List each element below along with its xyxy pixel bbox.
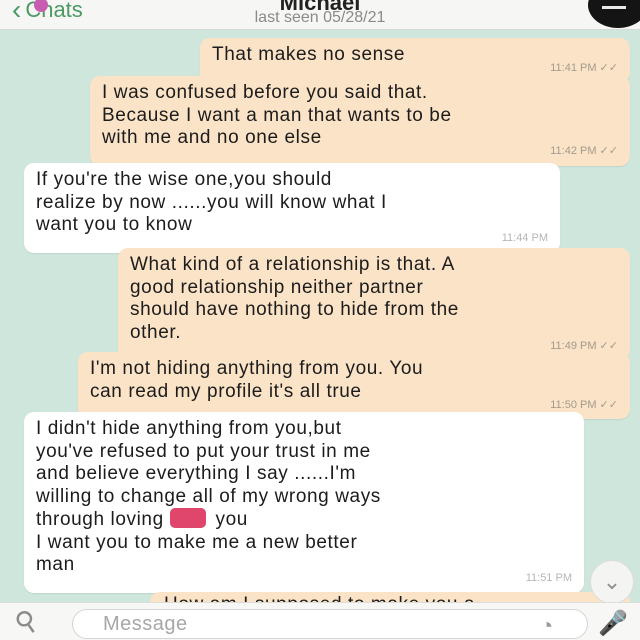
- message-text: If you're the wise one,you should realiz…: [36, 169, 387, 235]
- last-seen-status: last seen 05/28/21: [254, 9, 386, 26]
- paperclip-icon[interactable]: ⚲: [8, 602, 44, 640]
- message-text: I'm not hiding anything from you. You ca…: [90, 358, 424, 402]
- scroll-down-button[interactable]: ⌄: [590, 560, 634, 604]
- message-text: What kind of a relationship is that. A g…: [130, 254, 459, 343]
- heart-emoji: [169, 508, 206, 528]
- message-text-part: I didn't hide anything from you,but you'…: [36, 418, 381, 530]
- message-list: That makes no sense 11:41 PM ✓✓ I was co…: [0, 30, 640, 602]
- message-bubble[interactable]: If you're the wise one,you should realiz…: [24, 163, 560, 253]
- microphone-icon[interactable]: 🎤: [598, 609, 628, 638]
- message-text: I was confused before you said that. Bec…: [102, 82, 452, 148]
- message-bubble[interactable]: I didn't hide anything from you,but you'…: [24, 412, 584, 593]
- message-input[interactable]: Message: [72, 609, 588, 639]
- chevron-down-icon: ⌄: [602, 569, 622, 594]
- message-time: 11:51 PM: [525, 572, 572, 584]
- message-time: 11:44 PM: [501, 232, 548, 244]
- message-bubble[interactable]: I was confused before you said that. Bec…: [90, 76, 630, 166]
- message-text: I didn't hide anything from you,but you'…: [36, 418, 572, 577]
- message-bubble[interactable]: I'm not hiding anything from you. You ca…: [78, 352, 630, 419]
- input-bar: ⚲ Message ◔ 🎤: [0, 602, 640, 640]
- message-time: 11:42 PM ✓✓: [550, 145, 618, 157]
- chat-header: ‹ Chats Michael last seen 05/28/21: [0, 0, 640, 30]
- message-bubble[interactable]: What kind of a relationship is that. A g…: [118, 248, 630, 360]
- sticker-icon[interactable]: ◔: [540, 613, 553, 639]
